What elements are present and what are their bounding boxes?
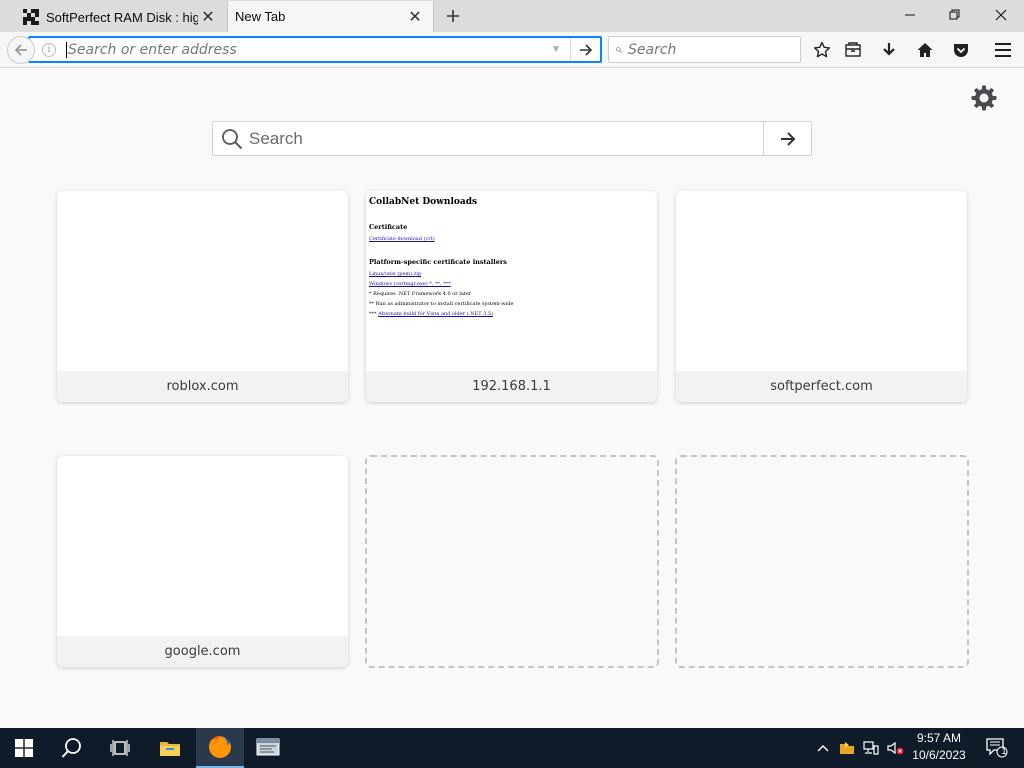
chevron-up-icon — [817, 745, 829, 752]
thumbnail-title: CollabNet Downloads — [369, 197, 478, 207]
top-site-tile[interactable]: CollabNet Downloads Certificate Certific… — [366, 191, 657, 402]
restore-button[interactable] — [932, 0, 978, 30]
navigation-toolbar: i ▼ — [0, 32, 1024, 68]
softperfect-favicon-icon — [23, 9, 39, 25]
action-center-button[interactable]: 1 — [982, 728, 1012, 768]
site-info-icon[interactable]: i — [42, 42, 56, 57]
volume-icon[interactable] — [886, 728, 906, 768]
hamburger-menu-icon[interactable] — [993, 40, 1013, 60]
minimize-button[interactable] — [887, 0, 933, 30]
firefox-icon — [209, 736, 231, 758]
search-icon — [61, 738, 81, 758]
go-arrow-icon[interactable] — [570, 38, 600, 61]
app-taskbar-button[interactable] — [244, 728, 292, 768]
tab-strip: SoftPerfect RAM Disk : hig... ✕ New Tab … — [0, 0, 1024, 32]
url-bar[interactable]: i ▼ — [28, 36, 602, 63]
window-app-icon — [256, 738, 280, 756]
bookmark-star-icon[interactable] — [812, 40, 832, 60]
library-icon[interactable] — [843, 40, 863, 60]
system-clock[interactable]: 9:57 AM 10/6/2023 — [906, 730, 972, 766]
tab-softperfect[interactable]: SoftPerfect RAM Disk : hig... ✕ — [0, 2, 226, 32]
clock-date: 10/6/2023 — [912, 748, 966, 762]
file-explorer-button[interactable] — [146, 728, 194, 768]
tray-app-icon[interactable] — [838, 728, 856, 768]
thumbnail-note: ** Run as administrator to install certi… — [369, 301, 514, 307]
taskbar-search-button[interactable] — [48, 728, 96, 768]
newtab-search-input[interactable] — [249, 128, 763, 149]
windows-taskbar: 9:57 AM 10/6/2023 1 — [0, 728, 1024, 768]
tray-folder-icon — [840, 742, 854, 754]
toolbar-search-box[interactable] — [608, 36, 801, 63]
start-button[interactable] — [0, 728, 48, 768]
tile-label: roblox.com — [57, 371, 348, 402]
top-site-tile[interactable]: roblox.com — [57, 191, 348, 402]
speaker-muted-icon — [887, 741, 904, 755]
thumbnail-link: Windows (certmgr.exe) *, **, *** — [369, 281, 451, 287]
toolbar-search-input[interactable] — [628, 41, 800, 58]
tile-label: google.com — [57, 636, 348, 667]
folder-icon — [160, 742, 180, 756]
windows-logo-icon — [15, 739, 33, 757]
firefox-taskbar-button[interactable] — [196, 728, 244, 768]
empty-tile-slot — [365, 455, 659, 668]
network-icon[interactable] — [862, 728, 880, 768]
thumbnail-note: * Requires .NET Framework 4.0 or later — [369, 291, 472, 297]
url-input[interactable] — [66, 41, 546, 58]
thumbnail-heading: Certificate — [369, 223, 408, 231]
thumbnail-note: *** Alternate build for Vista and older … — [369, 311, 654, 317]
clock-time: 9:57 AM — [916, 731, 962, 745]
gear-icon[interactable] — [970, 84, 998, 112]
search-icon — [222, 128, 243, 149]
show-hidden-icons-button[interactable] — [814, 728, 832, 768]
back-button[interactable] — [7, 36, 35, 64]
new-tab-button[interactable] — [442, 5, 464, 27]
pocket-icon[interactable] — [951, 40, 971, 60]
tab-title: New Tab — [235, 9, 286, 24]
thumbnail-link: Alternate build for Vista and older (.NE… — [378, 311, 494, 317]
task-view-button[interactable] — [96, 728, 144, 768]
download-icon[interactable] — [879, 40, 899, 60]
home-icon[interactable] — [915, 40, 935, 60]
tab-new-tab[interactable]: New Tab ✕ — [227, 1, 434, 32]
thumbnail-link: Certificate download (crt) — [369, 236, 435, 242]
top-site-tile[interactable]: softperfect.com — [676, 191, 967, 402]
tab-close-icon[interactable]: ✕ — [198, 7, 218, 27]
thumbnail-note-prefix: *** — [369, 311, 377, 317]
tile-label: softperfect.com — [676, 371, 967, 402]
newtab-search-box[interactable] — [212, 121, 812, 156]
network-monitor-icon — [863, 741, 879, 755]
task-view-icon — [110, 740, 130, 756]
thumbnail-link: Linux/unix (pem).zip — [369, 271, 422, 277]
close-window-button[interactable] — [978, 0, 1024, 30]
search-submit-button[interactable] — [763, 122, 811, 155]
empty-tile-slot — [675, 455, 969, 668]
notification-count: 1 — [1001, 746, 1007, 756]
tab-close-icon[interactable]: ✕ — [405, 7, 425, 27]
history-dropdown-icon[interactable]: ▼ — [546, 40, 566, 60]
search-icon — [616, 46, 622, 53]
tab-title: SoftPerfect RAM Disk : hig... — [46, 9, 198, 25]
tile-label: 192.168.1.1 — [366, 371, 657, 402]
top-site-tile[interactable]: google.com — [57, 456, 348, 667]
thumbnail-heading: Platform-specific certificate installers — [369, 258, 507, 266]
page-thumbnail: CollabNet Downloads Certificate Certific… — [366, 191, 657, 371]
